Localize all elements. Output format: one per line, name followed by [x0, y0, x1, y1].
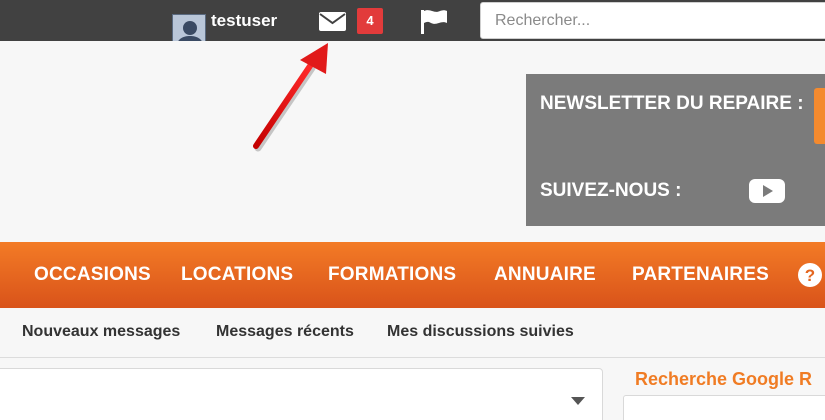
flag-icon[interactable] [419, 8, 449, 34]
subnav-recent-messages[interactable]: Messages récents [216, 323, 354, 341]
nav-item-locations[interactable]: LOCATIONS [181, 264, 293, 286]
nav-item-partenaires[interactable]: PARTENAIRES [632, 264, 769, 286]
main-nav: OCCASIONS LOCATIONS FORMATIONS ANNUAIRE … [0, 242, 825, 308]
newsletter-subscribe-button[interactable] [814, 88, 825, 144]
content-panel [0, 368, 603, 420]
search-input[interactable] [480, 2, 825, 39]
follow-us-label: SUIVEZ-NOUS : [540, 180, 682, 201]
subnav-new-messages[interactable]: Nouveaux messages [22, 323, 180, 341]
sub-nav: Nouveaux messages Messages récents Mes d… [0, 308, 825, 358]
username-link[interactable]: testuser [211, 11, 277, 31]
youtube-icon[interactable] [748, 178, 786, 204]
google-search-box[interactable] [623, 395, 825, 420]
google-search-title: Recherche Google R [635, 369, 813, 389]
nav-item-occasions[interactable]: OCCASIONS [34, 264, 151, 286]
top-bar: testuser 4 [0, 0, 825, 48]
svg-text:?: ? [805, 266, 815, 285]
messages-count-badge[interactable]: 4 [357, 8, 383, 34]
newsletter-label: NEWSLETTER DU REPAIRE : [540, 93, 804, 114]
question-circle-icon[interactable]: ? [797, 262, 823, 288]
newsletter-social-box: NEWSLETTER DU REPAIRE : SUIVEZ-NOUS : [526, 74, 825, 226]
nav-item-formations[interactable]: FORMATIONS [328, 264, 456, 286]
nav-item-annuaire[interactable]: ANNUAIRE [494, 264, 596, 286]
subnav-followed-discussions[interactable]: Mes discussions suivies [387, 323, 574, 341]
red-arrow-annotation [253, 43, 328, 152]
chevron-down-icon[interactable] [571, 397, 585, 406]
envelope-icon[interactable] [318, 10, 348, 34]
